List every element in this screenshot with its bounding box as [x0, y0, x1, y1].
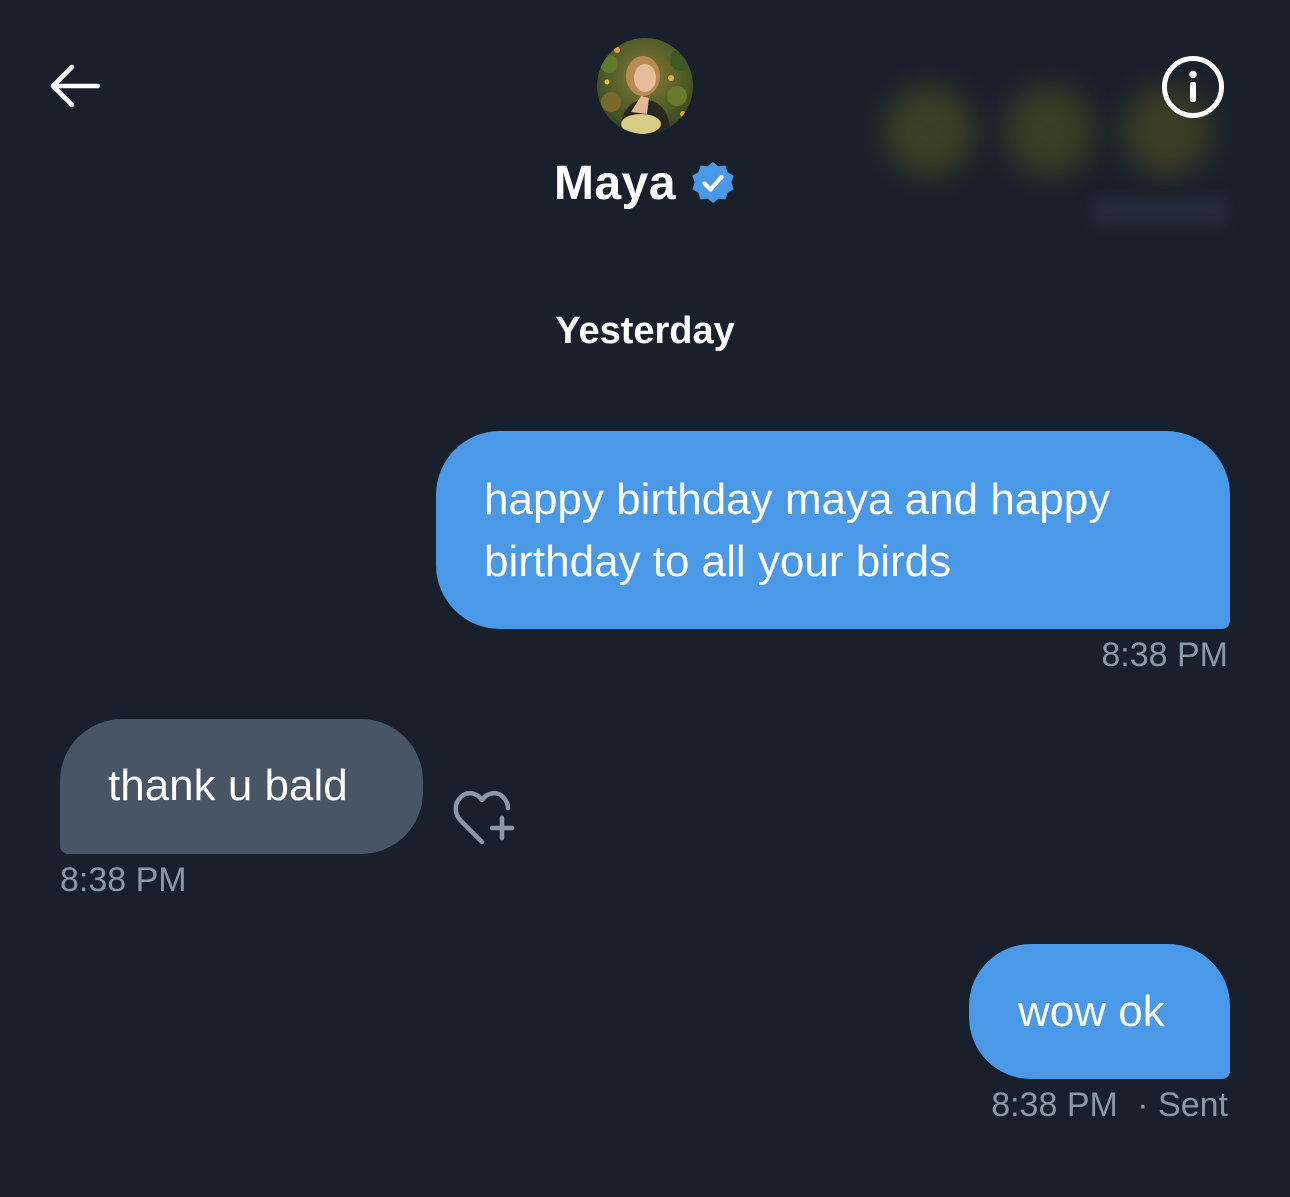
info-circle-icon — [1162, 56, 1224, 118]
arrow-left-icon — [50, 64, 101, 108]
incoming-message-bubble[interactable]: thank u bald — [60, 719, 423, 854]
contact-header: Maya — [0, 150, 1290, 216]
add-reaction-button[interactable] — [448, 786, 520, 852]
message-text: thank u bald — [108, 761, 348, 810]
contact-name[interactable]: Maya — [554, 156, 676, 211]
message-timestamp: 8:38 PM — [1101, 636, 1228, 674]
avatar[interactable] — [597, 38, 693, 134]
info-button[interactable] — [1160, 54, 1226, 120]
message-text: wow ok — [1018, 987, 1165, 1036]
message-status: · Sent — [1137, 1086, 1228, 1124]
back-button[interactable] — [44, 58, 104, 114]
message-timestamp-status: 8:38 PM · Sent — [991, 1086, 1228, 1125]
heart-plus-icon — [453, 790, 515, 845]
outgoing-message-bubble[interactable]: wow ok — [969, 944, 1230, 1079]
message-timestamp: 8:38 PM — [60, 861, 187, 899]
message-timestamp: 8:38 PM — [991, 1086, 1118, 1124]
outgoing-message-bubble[interactable]: happy birthday maya and happy birthday t… — [436, 431, 1230, 629]
date-separator: Yesterday — [555, 310, 735, 352]
verified-badge-icon — [692, 162, 734, 203]
message-text: happy birthday maya and happy birthday t… — [484, 475, 1111, 586]
